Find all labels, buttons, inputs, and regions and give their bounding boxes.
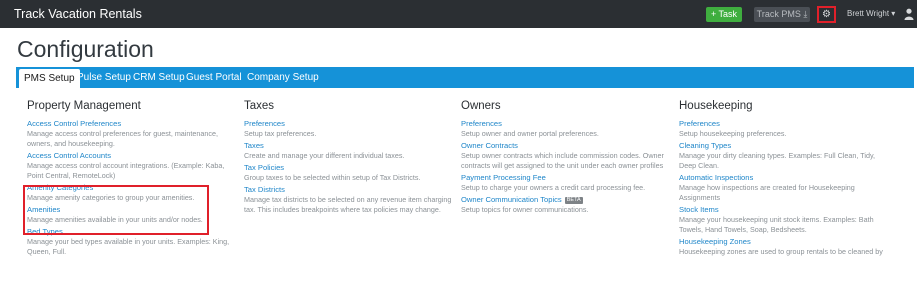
tab-pms-setup[interactable]: PMS Setup [19, 69, 80, 88]
download-icon: ⤓ [803, 9, 808, 19]
item-description: Housekeeping zones are used to group ren… [679, 247, 883, 256]
config-item: Access Control Preferences Manage access… [27, 119, 237, 149]
item-description: Setup topics for owner communications. [461, 205, 589, 214]
tax-districts-link[interactable]: Tax Districts [244, 185, 454, 195]
app-title[interactable]: Track Vacation Rentals [14, 7, 142, 21]
config-item: Tax Districts Manage tax districts to be… [244, 185, 454, 215]
item-description: Setup tax preferences. [244, 129, 317, 138]
config-item: Payment Processing Fee Setup to charge y… [461, 173, 671, 193]
payment-processing-fee-link[interactable]: Payment Processing Fee [461, 173, 671, 183]
housekeeping-section: Housekeeping Preferences Setup housekeep… [679, 99, 889, 259]
config-item: Owner Communication Topics BETA Setup top… [461, 195, 671, 215]
item-description: Setup owner contracts which include comm… [461, 151, 664, 170]
item-description: Setup housekeeping preferences. [679, 129, 787, 138]
section-title: Property Management [27, 100, 141, 112]
tax-policies-link[interactable]: Tax Policies [244, 163, 454, 173]
item-description: Setup owner and owner portal preferences… [461, 129, 599, 138]
housekeeping-zones-link[interactable]: Housekeeping Zones [679, 237, 889, 247]
config-tabs: PMS Setup Pulse Setup CRM Setup Guest Po… [16, 67, 914, 88]
config-item: Automatic Inspections Manage how inspect… [679, 173, 889, 203]
config-item: Preferences Setup owner and owner portal… [461, 119, 671, 139]
config-item: Owner Contracts Setup owner contracts wh… [461, 141, 671, 171]
access-control-preferences-link[interactable]: Access Control Preferences [27, 119, 237, 129]
section-title: Owners [461, 100, 501, 112]
owners-section: Owners Preferences Setup owner and owner… [461, 99, 671, 217]
section-title: Housekeeping [679, 100, 753, 112]
configuration-page: Track Vacation Rentals + Task Track PMS … [0, 0, 917, 281]
owner-contracts-link[interactable]: Owner Contracts [461, 141, 671, 151]
item-description: Manage access control preferences for gu… [27, 129, 218, 148]
config-item: Stock Items Manage your housekeeping uni… [679, 205, 889, 235]
owner-communication-topics-link[interactable]: Owner Communication Topics [461, 195, 562, 204]
top-nav-bar: Track Vacation Rentals + Task Track PMS … [0, 0, 917, 28]
page-title: Configuration [17, 36, 154, 62]
item-description: Manage access control account integratio… [27, 161, 225, 180]
property-management-section: Property Management Access Control Prefe… [27, 99, 237, 259]
user-icon[interactable] [904, 8, 914, 20]
cleaning-types-link[interactable]: Cleaning Types [679, 141, 889, 151]
tab-guest-portal[interactable]: Guest Portal [186, 67, 242, 88]
item-description: Group taxes to be selected within setup … [244, 173, 421, 182]
access-control-accounts-link[interactable]: Access Control Accounts [27, 151, 237, 161]
owner-communication-topics-row: Owner Communication Topics BETA [461, 195, 671, 205]
beta-badge: BETA [564, 197, 583, 204]
taxes-link[interactable]: Taxes [244, 141, 454, 151]
housekeeping-preferences-link[interactable]: Preferences [679, 119, 889, 129]
tab-pulse-setup[interactable]: Pulse Setup [77, 67, 131, 88]
config-item: Preferences Setup tax preferences. [244, 119, 454, 139]
automatic-inspections-link[interactable]: Automatic Inspections [679, 173, 889, 183]
item-description: Create and manage your different individ… [244, 151, 405, 160]
owner-preferences-link[interactable]: Preferences [461, 119, 671, 129]
user-menu[interactable]: Brett Wright ▾ [847, 9, 895, 19]
section-title: Taxes [244, 100, 275, 112]
item-description: Manage your bed types available in your … [27, 237, 230, 256]
item-description: Manage your housekeeping unit stock item… [679, 215, 874, 234]
add-task-button[interactable]: + Task [706, 7, 742, 22]
config-item: Housekeeping Zones Housekeeping zones ar… [679, 237, 889, 257]
amenities-highlight-box [23, 185, 209, 235]
config-item: Tax Policies Group taxes to be selected … [244, 163, 454, 183]
config-item: Taxes Create and manage your different i… [244, 141, 454, 161]
item-description: Setup to charge your owners a credit car… [461, 183, 646, 192]
stock-items-link[interactable]: Stock Items [679, 205, 889, 215]
tab-company-setup[interactable]: Company Setup [247, 67, 319, 88]
gear-icon: ⚙ [822, 9, 831, 20]
item-description: Manage how inspections are created for H… [679, 183, 855, 202]
tab-crm-setup[interactable]: CRM Setup [133, 67, 185, 88]
config-item: Cleaning Types Manage your dirty cleanin… [679, 141, 889, 171]
item-description: Manage your dirty cleaning types. Exampl… [679, 151, 876, 170]
track-pms-label: Track PMS [756, 9, 801, 19]
track-pms-button[interactable]: Track PMS ⤓ [754, 7, 810, 22]
config-item: Preferences Setup housekeeping preferenc… [679, 119, 889, 139]
taxes-section: Taxes Preferences Setup tax preferences.… [244, 99, 454, 217]
settings-button[interactable]: ⚙ [817, 6, 836, 23]
config-item: Access Control Accounts Manage access co… [27, 151, 237, 181]
tax-preferences-link[interactable]: Preferences [244, 119, 454, 129]
item-description: Manage tax districts to be selected on a… [244, 195, 452, 214]
